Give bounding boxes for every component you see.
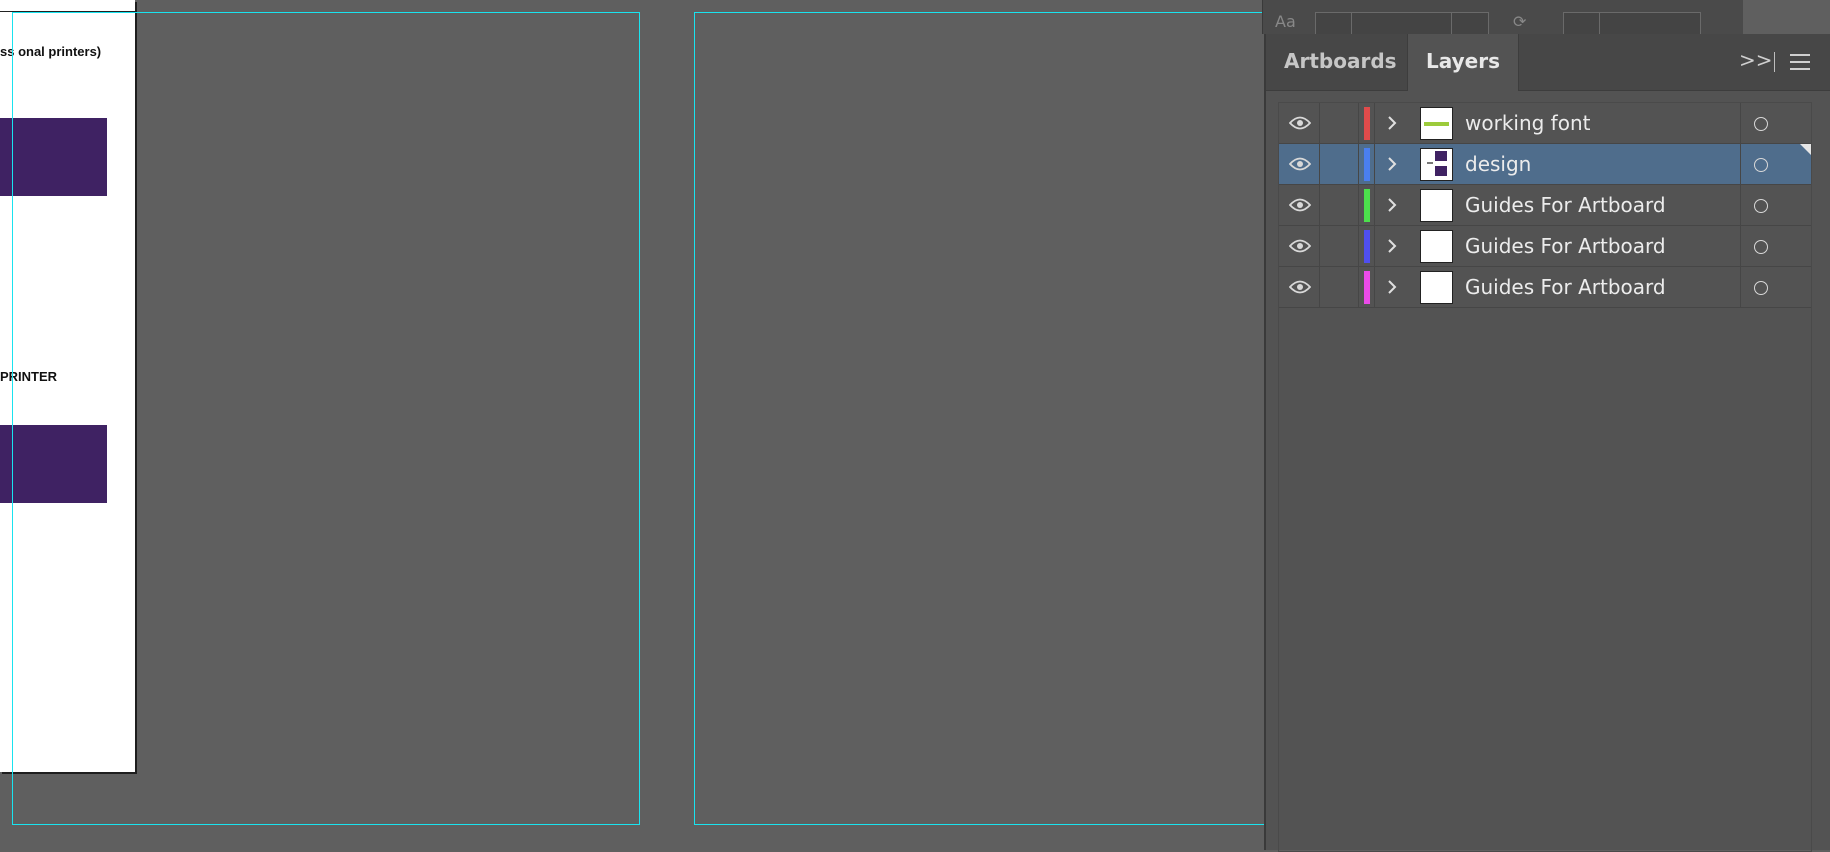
layer-list[interactable]: working font design Guides For Artboard … bbox=[1278, 102, 1812, 852]
stepper-up-2[interactable] bbox=[1563, 12, 1601, 35]
layer-thumbnail bbox=[1420, 107, 1453, 140]
target-circle-icon bbox=[1754, 240, 1768, 254]
target-toggle[interactable] bbox=[1740, 103, 1812, 144]
layer-name[interactable]: Guides For Artboard bbox=[1465, 267, 1666, 308]
expand-toggle[interactable] bbox=[1374, 267, 1408, 308]
layer-name[interactable]: Guides For Artboard bbox=[1465, 226, 1666, 267]
panel-tabbar: Artboards Layers >> bbox=[1266, 34, 1830, 91]
dropdown-1[interactable] bbox=[1451, 12, 1489, 35]
stepper-up-1[interactable] bbox=[1315, 12, 1353, 35]
layer-name[interactable]: design bbox=[1465, 144, 1531, 185]
panel-divider bbox=[1774, 52, 1775, 72]
visibility-toggle[interactable] bbox=[1279, 144, 1320, 185]
tab-artboards[interactable]: Artboards bbox=[1266, 34, 1415, 90]
eye-icon bbox=[1289, 157, 1311, 171]
chevron-right-icon bbox=[1388, 198, 1397, 212]
layer-row-guides-2[interactable]: Guides For Artboard bbox=[1279, 226, 1811, 267]
chevron-right-icon bbox=[1388, 157, 1397, 171]
lock-toggle[interactable] bbox=[1320, 267, 1359, 308]
target-toggle[interactable] bbox=[1740, 185, 1812, 226]
rotate-icon: ⟳ bbox=[1513, 12, 1527, 31]
visibility-toggle[interactable] bbox=[1279, 226, 1320, 267]
target-circle-icon bbox=[1754, 281, 1768, 295]
layer-color-swatch bbox=[1364, 107, 1370, 140]
target-circle-icon bbox=[1754, 199, 1768, 213]
expand-toggle[interactable] bbox=[1374, 185, 1408, 226]
layer-row-design[interactable]: design bbox=[1279, 144, 1811, 185]
hamburger-menu-icon[interactable] bbox=[1790, 54, 1810, 70]
tab-layers[interactable]: Layers bbox=[1407, 34, 1519, 91]
layer-name[interactable]: Guides For Artboard bbox=[1465, 185, 1666, 226]
layer-row-guides-3[interactable]: Guides For Artboard bbox=[1279, 267, 1811, 308]
visibility-toggle[interactable] bbox=[1279, 267, 1320, 308]
layer-thumbnail bbox=[1420, 230, 1453, 263]
lock-toggle[interactable] bbox=[1320, 103, 1359, 144]
expand-toggle[interactable] bbox=[1374, 103, 1408, 144]
control-strip: Aa ⟳ bbox=[1262, 0, 1743, 35]
eye-icon bbox=[1289, 116, 1311, 130]
layer-thumbnail bbox=[1420, 148, 1453, 181]
layer-row-guides-1[interactable]: Guides For Artboard bbox=[1279, 185, 1811, 226]
target-circle-icon bbox=[1754, 117, 1768, 131]
layer-color-swatch bbox=[1364, 230, 1370, 263]
target-toggle[interactable] bbox=[1740, 267, 1812, 308]
target-circle-icon bbox=[1754, 158, 1768, 172]
rotate-field[interactable] bbox=[1599, 12, 1701, 35]
chevron-right-icon bbox=[1388, 280, 1397, 294]
page-top-edge bbox=[0, 0, 135, 12]
visibility-toggle[interactable] bbox=[1279, 103, 1320, 144]
artboard-guide-2[interactable] bbox=[694, 12, 1274, 825]
font-size-icon: Aa bbox=[1275, 12, 1296, 31]
expand-toggle[interactable] bbox=[1374, 226, 1408, 267]
layer-color-swatch bbox=[1364, 148, 1370, 181]
eye-icon bbox=[1289, 239, 1311, 253]
lock-toggle[interactable] bbox=[1320, 185, 1359, 226]
font-size-field[interactable] bbox=[1351, 12, 1453, 35]
layer-color-swatch bbox=[1364, 271, 1370, 304]
lock-toggle[interactable] bbox=[1320, 144, 1359, 185]
visibility-toggle[interactable] bbox=[1279, 185, 1320, 226]
eye-icon bbox=[1289, 198, 1311, 212]
target-toggle[interactable] bbox=[1740, 226, 1812, 267]
layer-thumbnail bbox=[1420, 271, 1453, 304]
layer-thumbnail bbox=[1420, 189, 1453, 222]
selection-indicator bbox=[1800, 144, 1811, 155]
double-chevron-right-icon[interactable]: >> bbox=[1739, 48, 1773, 72]
layers-panel: Artboards Layers >> working font design … bbox=[1264, 34, 1830, 852]
chevron-right-icon bbox=[1388, 116, 1397, 130]
lock-toggle[interactable] bbox=[1320, 226, 1359, 267]
expand-toggle[interactable] bbox=[1374, 144, 1408, 185]
layer-color-swatch bbox=[1364, 189, 1370, 222]
layer-row-working-font[interactable]: working font bbox=[1279, 103, 1811, 144]
layer-name[interactable]: working font bbox=[1465, 103, 1590, 144]
eye-icon bbox=[1289, 280, 1311, 294]
chevron-right-icon bbox=[1388, 239, 1397, 253]
artboard-guide-1[interactable] bbox=[12, 12, 640, 825]
